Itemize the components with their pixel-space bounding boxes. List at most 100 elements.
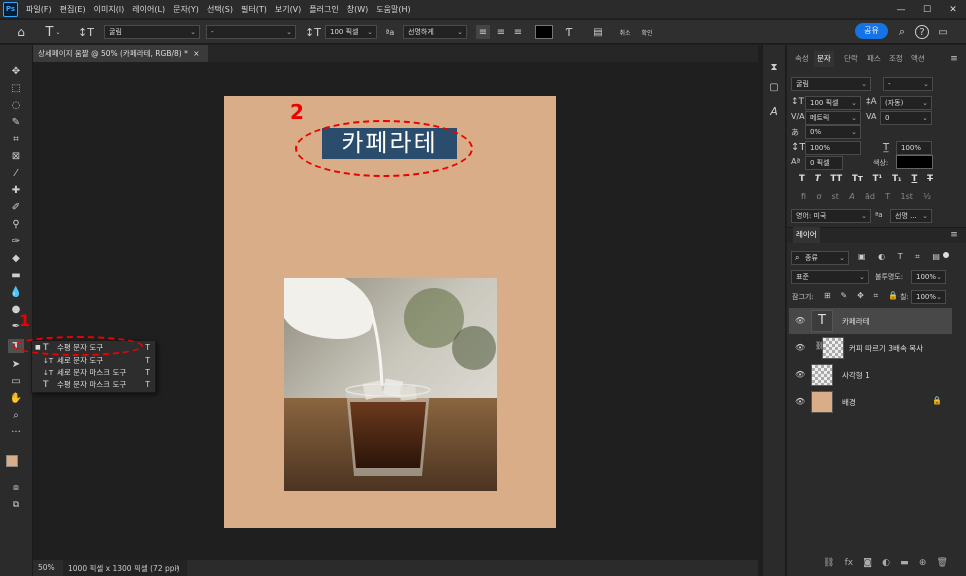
- filter-toggle-icon[interactable]: [943, 252, 949, 258]
- eyedropper-tool-icon[interactable]: ⁄: [8, 166, 24, 180]
- blur-tool-icon[interactable]: 💧: [8, 285, 24, 299]
- char-kerning-select[interactable]: 메트릭 ⌄: [805, 111, 861, 125]
- lasso-tool-icon[interactable]: ◌: [8, 98, 24, 112]
- char-antialias-select[interactable]: 선명 ... ⌄: [890, 209, 932, 223]
- hand-tool-icon[interactable]: ✋: [8, 391, 24, 405]
- lock-position-icon[interactable]: ✥: [857, 291, 864, 303]
- search-icon[interactable]: ⌕: [895, 25, 909, 39]
- menu-file[interactable]: 파일(F): [26, 4, 52, 15]
- share-button[interactable]: 공유: [855, 23, 888, 39]
- home-icon[interactable]: ⌂: [13, 25, 29, 39]
- lock-all-icon[interactable]: 🔒: [888, 291, 898, 303]
- marquee-tool-icon[interactable]: ⬚: [8, 81, 24, 95]
- text-color-swatch[interactable]: [535, 25, 553, 39]
- menu-image[interactable]: 이미지(I): [94, 4, 125, 15]
- lock-pixels-icon[interactable]: ✎: [841, 291, 848, 303]
- tab-adjustments[interactable]: 조정: [889, 51, 903, 67]
- warp-label[interactable]: 취소: [616, 25, 634, 39]
- crop-tool-icon[interactable]: ⌗: [8, 132, 24, 146]
- font-style-select[interactable]: - ⌄: [206, 25, 296, 39]
- add-mask-icon[interactable]: ◙: [863, 558, 872, 570]
- frame-tool-icon[interactable]: ⊠: [8, 149, 24, 163]
- align-center-icon[interactable]: ≡: [494, 25, 508, 39]
- menu-layer[interactable]: 레이어(L): [132, 4, 165, 15]
- char-tracking-select[interactable]: 0 ⌄: [880, 111, 932, 125]
- flyout-vertical-type-tool[interactable]: ↓T 세로 문자 도구 T: [32, 355, 155, 367]
- commit-label[interactable]: 확인: [638, 25, 656, 39]
- char-font-style-select[interactable]: - ⌄: [883, 77, 933, 91]
- char-hscale-input[interactable]: 100%: [896, 141, 932, 155]
- move-tool-icon[interactable]: ✥: [8, 64, 24, 78]
- char-vscale-input[interactable]: 100%: [805, 141, 861, 155]
- opacity-input[interactable]: 100% ⌄: [911, 270, 946, 284]
- antialias-select[interactable]: 선명하게 ⌄: [403, 25, 467, 39]
- status-arrow-icon[interactable]: ›: [176, 563, 179, 572]
- strikethrough-button[interactable]: T: [927, 174, 933, 186]
- character-panel-icon[interactable]: ▤: [591, 25, 605, 39]
- lock-artboard-icon[interactable]: ⌗: [874, 291, 879, 303]
- tab-actions[interactable]: 액션: [911, 51, 925, 67]
- char-size-select[interactable]: 100 픽셀 ⌄: [805, 96, 861, 110]
- stylistic-alternates-button[interactable]: ād: [865, 192, 875, 204]
- layer-row-smart-object[interactable]: 👁 ⛓ 커피 따르기 3배속 복사: [789, 335, 952, 361]
- maximize-button[interactable]: ☐: [914, 0, 940, 19]
- all-caps-button[interactable]: TT: [830, 174, 842, 186]
- fractions-button[interactable]: ½: [923, 192, 931, 204]
- menu-plugins[interactable]: 플러그인: [309, 4, 338, 15]
- history-icon[interactable]: ⧗: [767, 60, 781, 74]
- delete-layer-icon[interactable]: 🗑: [937, 558, 948, 570]
- document-tab[interactable]: 상세페이지 움짤 @ 50% (카페라테, RGB/8) * ×: [33, 45, 208, 62]
- visibility-eye-icon[interactable]: 👁: [795, 397, 805, 406]
- menu-view[interactable]: 보기(V): [275, 4, 301, 15]
- filter-adjustment-icon[interactable]: ◐: [878, 252, 885, 264]
- filter-smart-object-icon[interactable]: ▤: [932, 252, 940, 264]
- menu-type[interactable]: 문자(Y): [173, 4, 199, 15]
- menu-edit[interactable]: 편집(E): [60, 4, 86, 15]
- char-leading-select[interactable]: (자동) ⌄: [880, 96, 932, 110]
- zoom-tool-icon[interactable]: ⌕: [8, 408, 24, 422]
- font-size-select[interactable]: 100 픽셀 ⌄: [325, 25, 377, 39]
- align-right-icon[interactable]: ≡: [511, 25, 525, 39]
- ordinals-button[interactable]: 1st: [901, 192, 913, 204]
- ligatures-button[interactable]: fi: [801, 192, 806, 204]
- layer-filter-select[interactable]: ⌕ 종류 ⌄: [791, 251, 849, 265]
- history-brush-tool-icon[interactable]: ✑: [8, 234, 24, 248]
- language-select[interactable]: 영어: 미국 ⌄: [791, 209, 871, 223]
- layer-row-background[interactable]: 👁 배경 🔒: [789, 389, 952, 415]
- healing-brush-tool-icon[interactable]: ✚: [8, 183, 24, 197]
- warp-text-icon[interactable]: Ƭ: [562, 25, 576, 39]
- quick-mask-icon[interactable]: ⧈: [8, 481, 24, 495]
- subscript-button[interactable]: T₁: [892, 174, 902, 186]
- small-caps-button[interactable]: Tт: [852, 174, 863, 186]
- visibility-eye-icon[interactable]: 👁: [795, 343, 805, 352]
- superscript-button[interactable]: T¹: [873, 174, 883, 186]
- screen-mode-icon[interactable]: ⧉: [8, 498, 24, 512]
- rectangle-tool-icon[interactable]: ▭: [8, 374, 24, 388]
- more-tools-icon[interactable]: ···: [8, 425, 24, 439]
- new-group-icon[interactable]: ▬: [900, 558, 909, 570]
- tab-properties[interactable]: 속성: [795, 51, 809, 67]
- new-layer-icon[interactable]: ⊕: [919, 558, 927, 570]
- tab-character[interactable]: 문자: [814, 51, 834, 67]
- help-icon[interactable]: ?: [915, 25, 929, 39]
- document-info[interactable]: 1000 픽셀 x 1300 픽셀 (72 ppi): [63, 560, 187, 576]
- comments-icon[interactable]: ▢: [767, 80, 781, 94]
- menu-filter[interactable]: 필터(T): [241, 4, 267, 15]
- faux-italic-button[interactable]: T: [815, 174, 821, 186]
- minimize-button[interactable]: —: [888, 0, 914, 19]
- filter-shape-icon[interactable]: ⌗: [915, 252, 920, 264]
- filter-type-icon[interactable]: T: [898, 252, 903, 264]
- blend-mode-select[interactable]: 표준 ⌄: [791, 270, 869, 284]
- tab-close-icon[interactable]: ×: [193, 49, 199, 58]
- flyout-vertical-type-mask-tool[interactable]: ↓T 세로 문자 마스크 도구 T: [32, 367, 155, 379]
- layer-style-icon[interactable]: fx: [845, 558, 854, 570]
- filter-pixel-icon[interactable]: ▣: [858, 252, 866, 264]
- clone-stamp-tool-icon[interactable]: ⚲: [8, 217, 24, 231]
- gradient-tool-icon[interactable]: ▬: [8, 268, 24, 282]
- menu-window[interactable]: 창(W): [347, 4, 369, 15]
- old-style-button[interactable]: ơ: [816, 192, 821, 204]
- brush-tool-icon[interactable]: ✐: [8, 200, 24, 214]
- menu-help[interactable]: 도움말(H): [376, 4, 410, 15]
- zoom-level[interactable]: 50%: [38, 563, 55, 572]
- type-tool-preset-icon[interactable]: T ⌄: [42, 24, 64, 40]
